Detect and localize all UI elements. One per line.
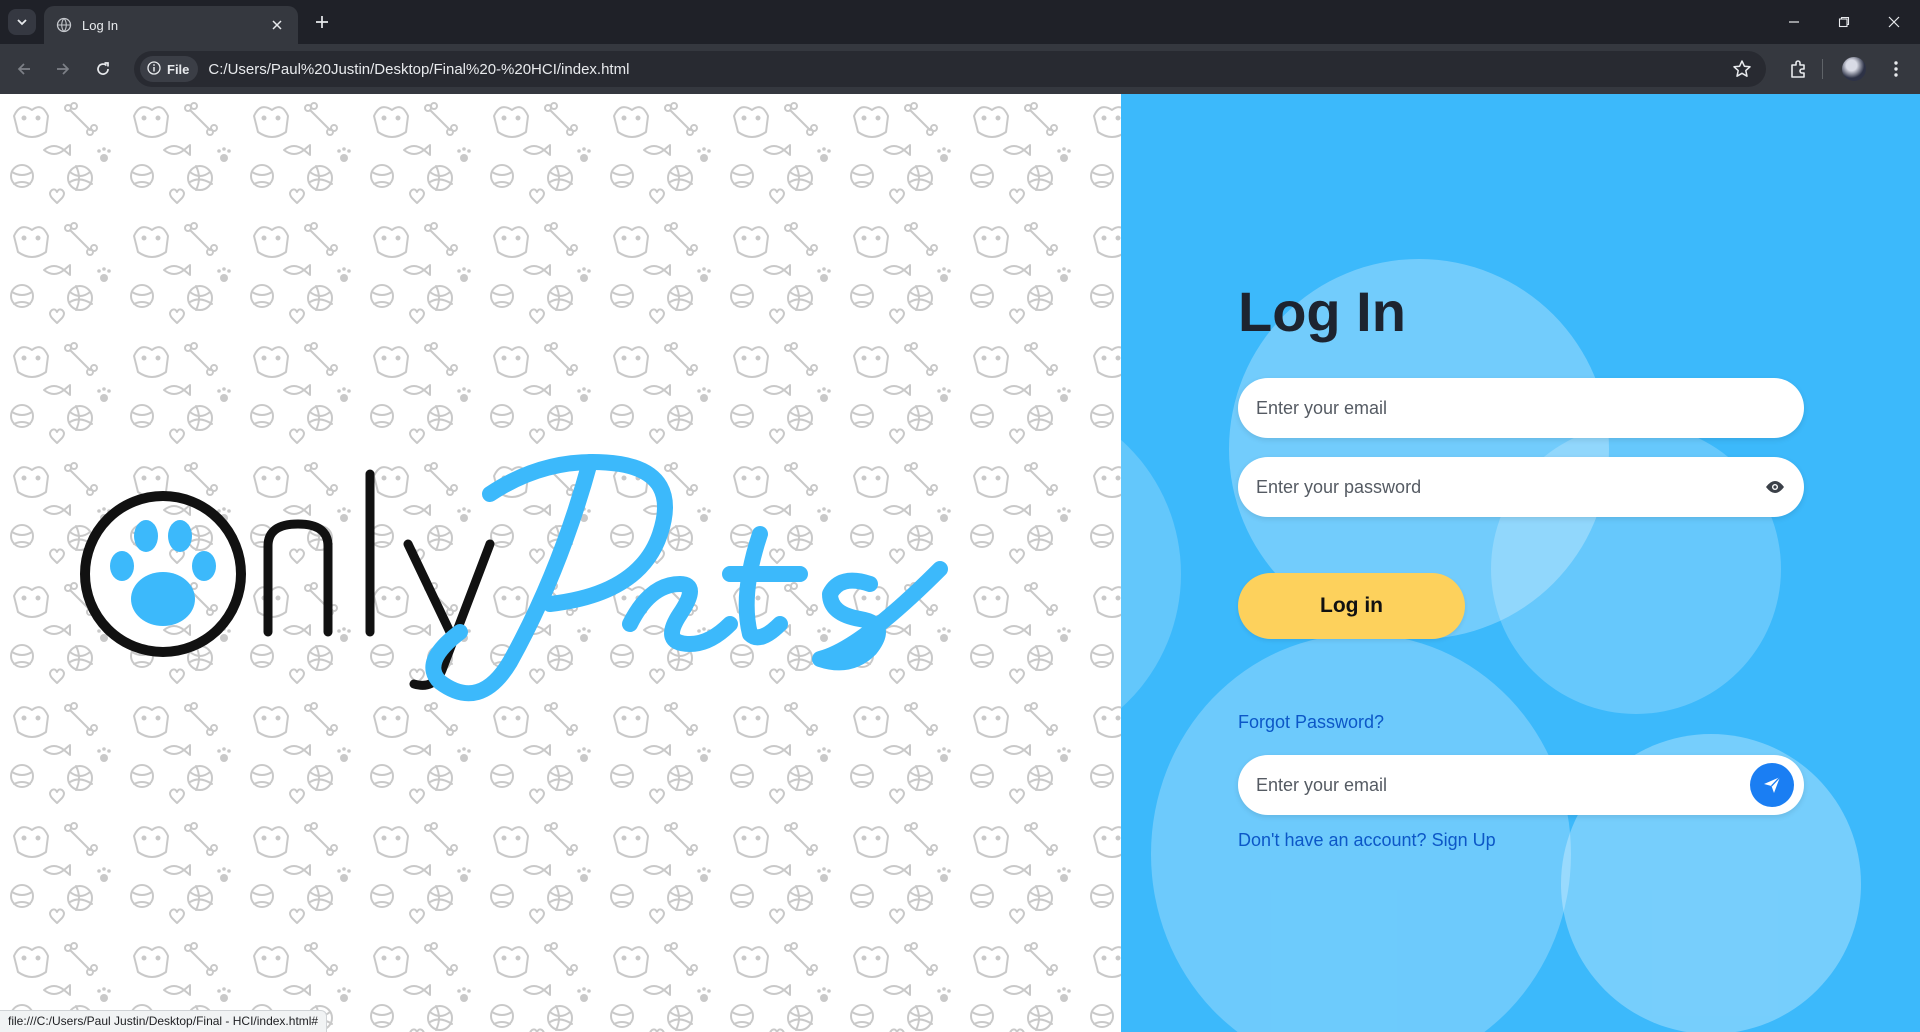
profile-avatar[interactable] <box>1842 57 1866 81</box>
tab-title: Log In <box>82 17 119 33</box>
password-input[interactable] <box>1256 476 1764 498</box>
eye-icon[interactable] <box>1764 476 1786 498</box>
bg-blob <box>1121 394 1181 754</box>
star-icon[interactable] <box>1732 59 1752 79</box>
paper-plane-icon <box>1764 776 1781 793</box>
tab-search-icon[interactable] <box>8 9 36 35</box>
page-title: Log In <box>1238 280 1406 343</box>
password-field[interactable] <box>1238 457 1804 517</box>
signup-link[interactable]: Don't have an account? Sign Up <box>1238 830 1496 851</box>
extensions-icon[interactable] <box>1785 56 1811 82</box>
browser-tab[interactable]: Log In <box>44 6 298 44</box>
reload-icon[interactable] <box>90 56 116 82</box>
address-bar[interactable]: File C:/Users/Paul%20Justin/Desktop/Fina… <box>134 51 1766 87</box>
send-button[interactable] <box>1750 763 1794 807</box>
forward-arrow-icon[interactable] <box>50 56 76 82</box>
browser-toolbar: File C:/Users/Paul%20Justin/Desktop/Fina… <box>0 44 1920 94</box>
security-chip-label: File <box>167 61 190 77</box>
logo-nly <box>263 469 495 690</box>
email-field[interactable] <box>1238 378 1804 438</box>
login-button[interactable]: Log in <box>1238 573 1465 639</box>
toolbar-divider <box>1822 59 1823 79</box>
brand-panel: file:///C:/Users/Paul Justin/Desktop/Fin… <box>0 94 1121 1032</box>
kebab-menu-icon[interactable] <box>1883 56 1909 82</box>
onlypets-logo <box>80 454 948 702</box>
close-icon[interactable] <box>268 16 286 34</box>
login-panel: Log In Log in Forgot Password? Don't hav… <box>1121 94 1920 1032</box>
back-arrow-icon[interactable] <box>11 56 37 82</box>
plus-icon[interactable] <box>310 10 334 34</box>
url-text[interactable]: C:/Users/Paul%20Justin/Desktop/Final%20-… <box>208 61 629 78</box>
window-close-icon[interactable] <box>1874 8 1914 36</box>
status-bar-url: file:///C:/Users/Paul Justin/Desktop/Fin… <box>0 1010 328 1032</box>
globe-icon <box>56 17 72 33</box>
site-info-chip[interactable]: File <box>140 56 199 82</box>
minimize-icon[interactable] <box>1774 8 1814 36</box>
recovery-email-field[interactable] <box>1238 755 1804 815</box>
paw-icon <box>110 520 216 626</box>
recovery-email-input[interactable] <box>1256 774 1750 796</box>
info-icon <box>147 60 161 78</box>
logo-pets-script <box>425 454 948 702</box>
forgot-password-link[interactable]: Forgot Password? <box>1238 712 1384 733</box>
page-viewport: file:///C:/Users/Paul Justin/Desktop/Fin… <box>0 94 1920 1032</box>
browser-tab-strip: Log In <box>0 0 1920 44</box>
email-input[interactable] <box>1256 397 1786 419</box>
restore-icon[interactable] <box>1824 8 1864 36</box>
